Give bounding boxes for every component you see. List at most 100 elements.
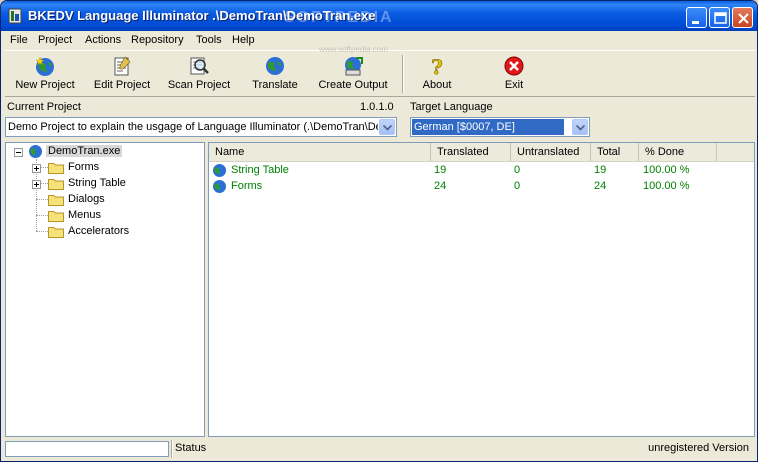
menu-tools[interactable]: Tools [196, 34, 222, 46]
version-label: 1.0.1.0 [360, 101, 394, 113]
current-project-select[interactable]: Demo Project to explain the usgage of La… [5, 117, 397, 137]
app-window: BKEDV Language Illuminator .\DemoTran\De… [0, 0, 758, 462]
list-header: Name Translated Untranslated Total % Don… [209, 143, 754, 162]
exit-label: Exit [504, 79, 524, 91]
tree-label-accelerators: Accelerators [68, 225, 130, 237]
cell-translated: 24 [434, 180, 447, 192]
project-tree[interactable]: DemoTran.exe Forms String Table Dialogs [5, 142, 205, 437]
cell-done: 100.00 % [643, 164, 690, 176]
folder-icon [48, 179, 64, 190]
target-language-select[interactable]: German [$0007, DE] [410, 117, 590, 137]
menu-file[interactable]: File [10, 34, 28, 46]
expand-toggle[interactable] [32, 164, 41, 173]
minimize-button[interactable] [686, 7, 707, 28]
close-button[interactable] [732, 7, 753, 28]
output-globe-icon [345, 57, 363, 76]
target-language-label: Target Language [410, 101, 493, 113]
maximize-icon [714, 12, 727, 24]
column-header-total[interactable]: Total [591, 143, 639, 161]
globe-icon [29, 145, 42, 158]
folder-icon [48, 211, 64, 222]
toolbar: New Project Edit Project Scan Project Tr… [5, 50, 755, 97]
translate-label: Translate [252, 79, 298, 91]
cell-done: 100.00 % [643, 180, 690, 192]
tree-label-dialogs: Dialogs [68, 193, 105, 205]
question-icon: ? [431, 55, 443, 77]
tree-root-label: DemoTran.exe [46, 145, 123, 157]
tree-node-string-table[interactable]: String Table [12, 177, 192, 191]
maximize-button[interactable] [709, 7, 730, 28]
folder-icon [48, 195, 64, 206]
edit-project-button[interactable]: Edit Project [89, 53, 155, 95]
cell-total: 24 [594, 180, 607, 192]
tree-node-dialogs[interactable]: Dialogs [12, 193, 192, 207]
create-output-label: Create Output [318, 79, 388, 91]
column-header-translated[interactable]: Translated [431, 143, 511, 161]
current-project-dropdown-button[interactable] [379, 119, 395, 135]
about-button[interactable]: ? About [411, 53, 463, 95]
minimize-icon [692, 21, 699, 24]
scan-project-button[interactable]: Scan Project [165, 53, 233, 95]
target-language-dropdown-button[interactable] [572, 119, 588, 135]
status-label: Status [175, 442, 207, 454]
exit-button[interactable]: Exit [489, 53, 539, 95]
expand-toggle[interactable] [32, 180, 41, 189]
translate-button[interactable]: Translate [245, 53, 305, 95]
new-project-label: New Project [15, 79, 75, 91]
folder-icon [48, 163, 64, 174]
exit-icon [504, 56, 524, 76]
cell-name: Forms [231, 180, 263, 192]
edit-document-icon [114, 56, 131, 76]
menu-help[interactable]: Help [232, 34, 255, 46]
edit-project-label: Edit Project [93, 79, 151, 91]
create-output-button[interactable]: Create Output [313, 53, 393, 95]
globe-icon [213, 180, 226, 193]
globe-star-icon [35, 56, 54, 76]
column-header-done[interactable]: % Done [639, 143, 717, 161]
globe-icon [266, 57, 284, 75]
collapse-toggle[interactable] [14, 148, 23, 157]
registration-status: unregistered Version [648, 442, 749, 454]
scan-icon [190, 57, 209, 75]
menu-repository[interactable]: Repository [131, 34, 184, 46]
cell-total: 19 [594, 164, 607, 176]
watermark: SOFTPEDIA [284, 9, 394, 26]
cell-translated: 19 [434, 164, 447, 176]
globe-icon [213, 164, 226, 177]
watermark-url: www.softpedia.com [319, 45, 388, 54]
about-label: About [422, 79, 452, 91]
target-language-value: German [$0007, DE] [412, 119, 564, 135]
svg-text:?: ? [431, 55, 443, 77]
menu-actions[interactable]: Actions [85, 34, 121, 46]
tree-label-forms: Forms [68, 161, 100, 173]
status-bar: Status unregistered Version [5, 439, 755, 459]
chevron-down-icon [576, 125, 585, 131]
tree-node-forms[interactable]: Forms [12, 161, 192, 175]
close-icon [738, 13, 749, 24]
cell-name: String Table [231, 164, 289, 176]
cell-untranslated: 0 [514, 180, 521, 192]
cell-untranslated: 0 [514, 164, 521, 176]
scan-project-label: Scan Project [167, 79, 231, 91]
tree-label-string-table: String Table [68, 177, 126, 189]
tree-node-root[interactable]: DemoTran.exe [12, 145, 192, 159]
folder-icon [48, 227, 64, 238]
table-row[interactable]: Forms 24 0 24 100.00 % [209, 179, 754, 195]
menu-project[interactable]: Project [38, 34, 72, 46]
tree-node-accelerators[interactable]: Accelerators [12, 225, 192, 239]
tree-label-menus: Menus [68, 209, 102, 221]
status-separator [171, 440, 173, 458]
new-project-button[interactable]: New Project [9, 53, 81, 95]
chevron-down-icon [383, 125, 392, 131]
resource-list[interactable]: Name Translated Untranslated Total % Don… [208, 142, 755, 437]
current-project-value: Demo Project to explain the usgage of La… [8, 121, 378, 133]
progress-box [5, 441, 169, 457]
tree-node-menus[interactable]: Menus [12, 209, 192, 223]
title-bar[interactable]: BKEDV Language Illuminator .\DemoTran\De… [1, 1, 757, 31]
toolbar-separator [402, 55, 404, 93]
column-header-untranslated[interactable]: Untranslated [511, 143, 591, 161]
current-project-label: Current Project [7, 101, 81, 113]
column-header-name[interactable]: Name [209, 143, 431, 161]
app-icon [8, 8, 22, 24]
table-row[interactable]: String Table 19 0 19 100.00 % [209, 163, 754, 179]
